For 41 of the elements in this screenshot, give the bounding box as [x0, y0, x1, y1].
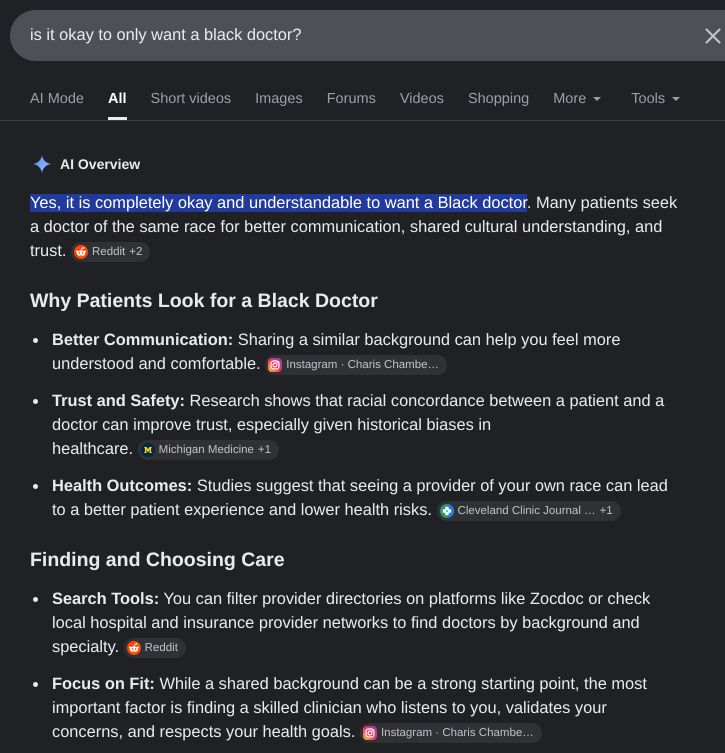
bullet-text: Trust and Safety: Research shows that racial concordance between a patient and a doctor can improve trust, especially given historical biases in healthcare. Michigan Medicine +1: [52, 391, 666, 461]
bullet-text: Health Outcomes: Studies suggest that seeing a provider of your own race can lead to a better patient experience and lower health risks. Cleveland Clinic Journal … +1: [52, 476, 669, 522]
bullet-text: Focus on Fit: While a shared background can be a strong starting point, the most important factor is finding a skilled clinician who listens to you, validates your concerns, and respects your health goals. Instagram · Charis Chambe…: [52, 674, 648, 744]
bullet-icon: [33, 399, 38, 404]
bullet-text: Better Communication: Sharing a similar background can help you feel more understood and comfortable. Instagram · Charis Chambe…: [52, 330, 622, 376]
close-icon: [705, 28, 721, 44]
bullet-icon: [33, 484, 38, 489]
tab[interactable]: Tools: [631, 81, 686, 120]
clear-button[interactable]: [705, 28, 721, 44]
section-heading: Finding and Choosing Care: [30, 548, 286, 573]
tab[interactable]: Shopping: [468, 81, 530, 120]
bullet-icon: [33, 338, 38, 343]
tab[interactable]: Videos: [400, 81, 444, 120]
bullet-text: Search Tools: You can filter provider directories on platforms like Zocdoc or check local hospital and insurance provider networks to find doctors by background and specialty. Reddit: [52, 589, 652, 659]
section-heading: Why Patients Look for a Black Doctor: [30, 289, 379, 314]
source-chip[interactable]: Reddit: [124, 638, 186, 658]
tab[interactable]: Forums: [326, 81, 376, 120]
camera-icon: [268, 358, 282, 372]
tab[interactable]: Images: [255, 81, 303, 120]
caret-icon: [593, 97, 602, 101]
camera-icon: [362, 726, 377, 740]
caret-icon: [672, 97, 680, 101]
search-field[interactable]: is it okay to only want a black doctor?: [10, 10, 725, 61]
alien-head-icon: [74, 244, 88, 259]
tab[interactable]: More: [553, 81, 608, 120]
monogram-icon: [140, 442, 155, 457]
source-chip[interactable]: Cleveland Clinic Journal … +1: [436, 500, 621, 521]
bullet-icon: [33, 682, 38, 687]
source-chip[interactable]: Michigan Medicine +1: [138, 440, 280, 460]
overview-title: AI Overview: [60, 156, 140, 172]
source-chip[interactable]: Instagram · Charis Chambe…: [265, 354, 447, 375]
tab[interactable]: AI Mode: [30, 81, 84, 120]
overview-text: Yes, it is completely okay and understandable to want a Black doctor. Many patients seek a doctor of the same race for better communication, shared cultural understanding, and trust. Reddit +2: [30, 193, 678, 263]
cross-icon: [440, 504, 454, 518]
source-chip[interactable]: Reddit +2: [71, 242, 150, 262]
tab[interactable]: Short videos: [150, 81, 232, 120]
source-chip[interactable]: Instagram · Charis Chambe…: [360, 722, 542, 743]
sparkle-icon: [32, 154, 52, 174]
alien-head-icon: [126, 640, 141, 655]
bullet-icon: [33, 597, 38, 602]
tab[interactable]: All: [108, 81, 127, 120]
